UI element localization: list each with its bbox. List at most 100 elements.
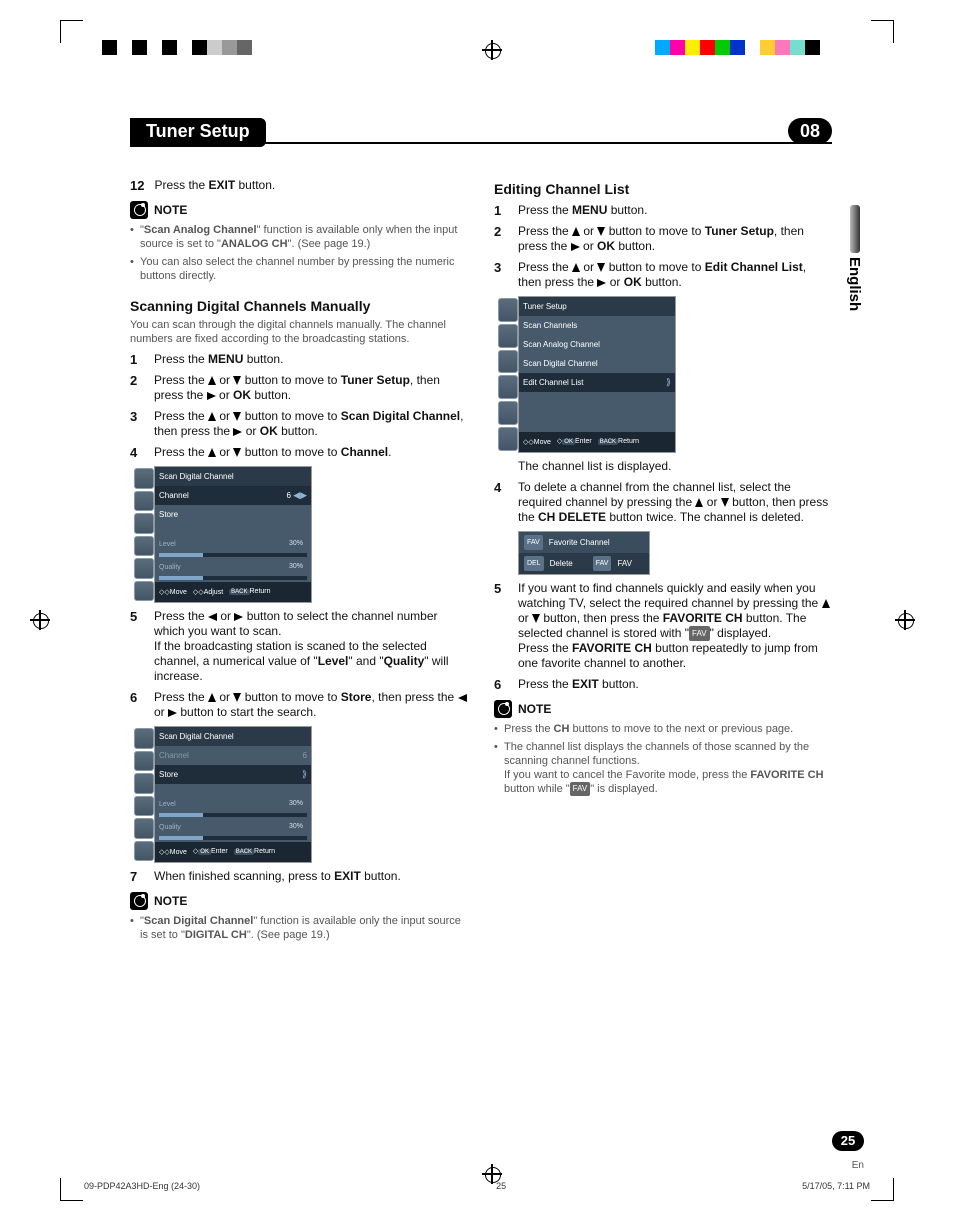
osd-row-selected: Edit Channel List⟫	[519, 373, 675, 392]
osd-level-meter: Level 30%	[159, 796, 307, 817]
color-chip	[102, 40, 117, 55]
note-item: "Scan Digital Channel" function is avail…	[130, 914, 468, 942]
note-header: NOTE	[494, 700, 832, 718]
step-text: Press the or button to move to Channel.	[154, 445, 468, 460]
color-chip	[760, 40, 775, 55]
header-bar: Tuner Setup 08	[130, 118, 832, 144]
color-chip	[790, 40, 805, 55]
osd-row-channel: Channel 6 ◀▶	[155, 486, 311, 505]
osd-help-bar: ◇◇Move ◇OKEnter BACKReturn	[519, 432, 675, 452]
step-number: 7	[130, 869, 144, 884]
steps-list: 7 When finished scanning, press to EXIT b…	[130, 869, 468, 884]
registration-mark	[895, 610, 915, 630]
page-number-pill: 25	[832, 1131, 864, 1151]
color-chip	[715, 40, 730, 55]
color-chip	[162, 40, 177, 55]
color-chip	[700, 40, 715, 55]
step-text: When finished scanning, press to EXIT bu…	[154, 869, 468, 884]
crop-mark	[871, 20, 894, 43]
language-tab: English	[846, 205, 864, 285]
note-list: Press the CH buttons to move to the next…	[494, 722, 832, 796]
right-column: Editing Channel List 1 Press the MENU but…	[494, 172, 832, 946]
color-chip	[222, 40, 237, 55]
color-chip	[147, 40, 162, 55]
color-chip	[775, 40, 790, 55]
step-number: 1	[494, 203, 508, 218]
color-chip	[670, 40, 685, 55]
step-number: 12	[130, 178, 144, 193]
subheading: Scanning Digital Channels Manually	[130, 299, 468, 314]
color-chip	[132, 40, 147, 55]
language-label: English	[846, 257, 863, 311]
color-chip	[207, 40, 222, 55]
step-number: 6	[130, 690, 144, 720]
steps-list: 4To delete a channel from the channel li…	[494, 480, 832, 525]
note-item: The channel list displays the channels o…	[494, 740, 832, 796]
color-chip	[117, 40, 132, 55]
note-list: "Scan Analog Channel" function is availa…	[130, 223, 468, 283]
footer-page: 25	[496, 1181, 506, 1191]
note-item: You can also select the channel number b…	[130, 255, 468, 283]
step-text: Press the MENU button.	[518, 203, 832, 218]
osd-quality-meter: Quality 30%	[159, 819, 307, 840]
osd-title: Scan Digital Channel	[159, 732, 234, 741]
step-number: 5	[130, 609, 144, 684]
section-title: Tuner Setup	[130, 118, 266, 147]
step-text: Press the or button to move to Store, th…	[154, 690, 468, 720]
color-chip	[685, 40, 700, 55]
color-chip	[745, 40, 760, 55]
step-number: 5	[494, 581, 508, 671]
color-chip	[237, 40, 252, 55]
color-chips-right	[655, 40, 820, 55]
step-number: 4	[494, 480, 508, 525]
subheading: Editing Channel List	[494, 182, 832, 197]
crop-mark	[60, 1178, 83, 1201]
note-list: "Scan Digital Channel" function is avail…	[130, 914, 468, 942]
note-label: NOTE	[518, 702, 551, 717]
pencil-icon	[130, 201, 148, 219]
pencil-icon	[130, 892, 148, 910]
step-text: Press the or button to select the channe…	[154, 609, 468, 684]
color-chip	[805, 40, 820, 55]
steps-list: 5If you want to find channels quickly an…	[494, 581, 832, 692]
step-text: Press the or button to move to Tuner Set…	[154, 373, 468, 403]
registration-mark	[482, 40, 502, 60]
step-number: 2	[494, 224, 508, 254]
osd-level-meter: Level 30%	[159, 536, 307, 557]
color-chip	[177, 40, 192, 55]
osd-row-store: Store ⟫	[155, 765, 311, 784]
step-number: 4	[130, 445, 144, 460]
osd-row: Scan Channels	[519, 316, 675, 335]
osd-row: Scan Digital Channel	[519, 354, 675, 373]
osd-favorite-box: FAV Favorite Channel DEL Delete FAV FAV	[518, 531, 650, 575]
step-text: If you want to find channels quickly and…	[518, 581, 832, 671]
note-label: NOTE	[154, 894, 187, 909]
color-chip	[730, 40, 745, 55]
osd-title: Tuner Setup	[523, 302, 567, 311]
step-text: Press the EXIT button.	[518, 677, 832, 692]
step-text: Press the or button to move to Tuner Set…	[518, 224, 832, 254]
steps-list: 1Press the MENU button.2Press the or but…	[130, 352, 468, 460]
section-description: You can scan through the digital channel…	[130, 318, 468, 346]
pencil-icon	[494, 700, 512, 718]
step-number: 6	[494, 677, 508, 692]
content-columns: 12 Press the EXIT button. NOTE "Scan Ana…	[130, 172, 832, 946]
steps-list: 5Press the or button to select the chann…	[130, 609, 468, 720]
note-header: NOTE	[130, 892, 468, 910]
osd-title: Scan Digital Channel	[159, 472, 234, 481]
step-text: To delete a channel from the channel lis…	[518, 480, 832, 525]
osd-row-store: Store	[155, 505, 311, 524]
osd-quality-meter: Quality 30%	[159, 559, 307, 580]
step-number: 3	[494, 260, 508, 290]
step-number: 2	[130, 373, 144, 403]
crop-mark	[60, 20, 83, 43]
fav-row: DEL Delete FAV FAV	[519, 553, 649, 574]
registration-mark	[30, 610, 50, 630]
caption: The channel list is displayed.	[518, 459, 832, 474]
osd-help-bar: ◇◇Move ◇OKEnter BACKReturn	[155, 842, 311, 862]
fav-row: FAV Favorite Channel	[519, 532, 649, 553]
step-text: Press the MENU button.	[154, 352, 468, 367]
page-language-small: En	[852, 1160, 864, 1171]
osd-screenshot-menu: Tuner Setup Scan ChannelsScan Analog Cha…	[518, 296, 676, 453]
left-column: 12 Press the EXIT button. NOTE "Scan Ana…	[130, 172, 468, 946]
